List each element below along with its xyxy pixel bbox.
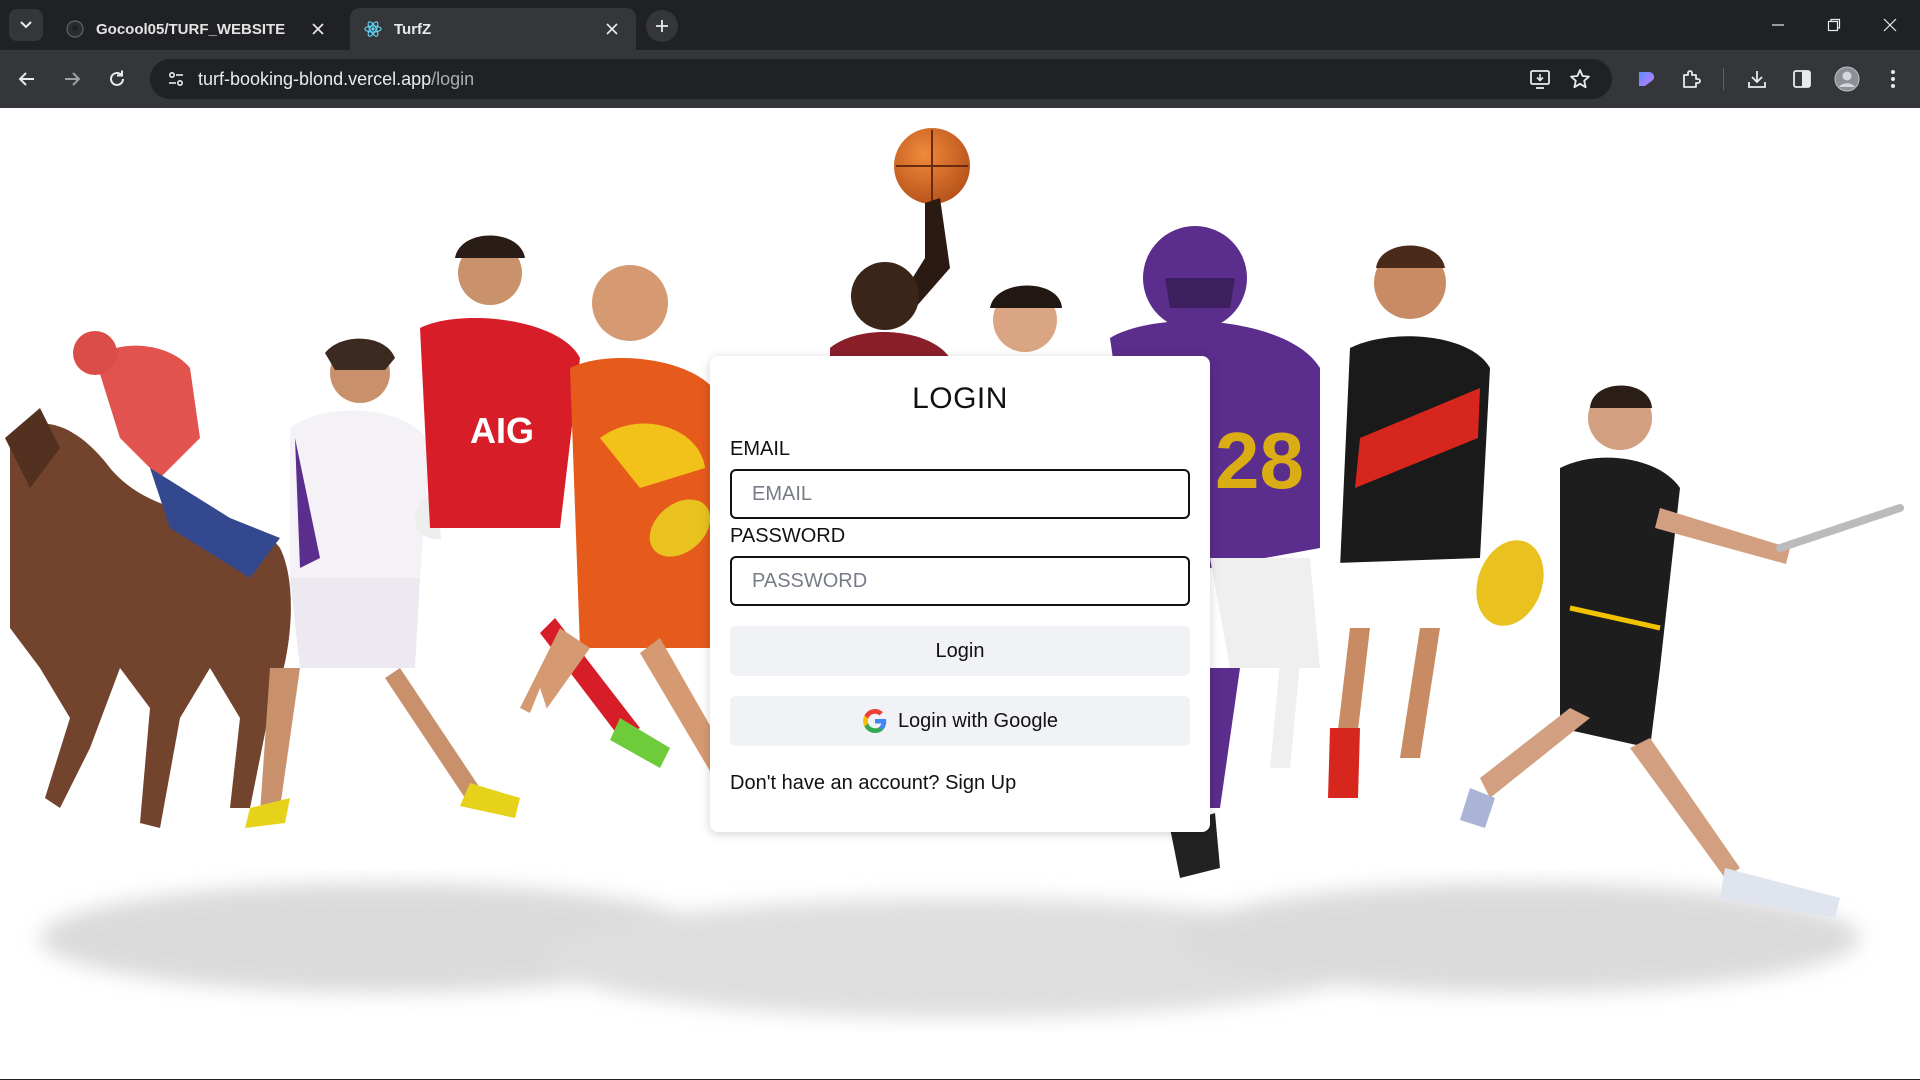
chevron-down-icon — [20, 21, 32, 29]
afl-player-bombers — [1328, 245, 1544, 798]
restore-button[interactable] — [1806, 0, 1862, 50]
restore-icon — [1827, 18, 1841, 32]
more-menu-icon[interactable] — [1880, 66, 1906, 92]
player-head-center — [990, 285, 1062, 352]
login-title: LOGIN — [912, 382, 1008, 415]
password-label: PASSWORD — [730, 525, 846, 547]
page-viewport: AIG 28 LOGIN EMAIL EMAIL PASSWORD Login … — [0, 108, 1920, 1079]
new-tab-button[interactable] — [646, 10, 678, 42]
extensions-puzzle-icon[interactable] — [1678, 66, 1704, 92]
signup-prompt-text: Don't have an account? — [730, 772, 940, 794]
github-icon — [66, 20, 84, 38]
email-label: EMAIL — [730, 438, 791, 460]
arrow-right-icon — [65, 72, 81, 86]
password-input[interactable] — [730, 556, 1190, 606]
toolbar-separator — [1723, 68, 1724, 90]
horse-jockey — [5, 331, 291, 828]
google-icon — [862, 708, 888, 734]
close-icon — [1883, 18, 1897, 32]
gemini-extension-icon[interactable] — [1633, 66, 1659, 92]
tab-title: TurfZ — [394, 20, 432, 38]
url-host: turf-booking-blond.vercel.app — [198, 68, 432, 89]
svg-text:28: 28 — [1215, 416, 1304, 505]
back-button[interactable] — [10, 62, 44, 96]
browser-toolbar: turf-booking-blond.vercel.app/login — [0, 50, 1920, 108]
downloads-icon[interactable] — [1744, 66, 1770, 92]
signup-prompt: Don't have an account? Sign Up — [730, 772, 1190, 795]
close-tab-icon[interactable] — [602, 19, 622, 39]
react-icon — [364, 20, 382, 38]
forward-button[interactable] — [55, 62, 89, 96]
profile-avatar-icon[interactable] — [1834, 66, 1860, 92]
google-login-button[interactable]: Login with Google — [730, 696, 1190, 746]
url-path: /login — [431, 68, 475, 89]
reload-icon — [110, 70, 124, 86]
address-bar[interactable]: turf-booking-blond.vercel.app/login — [150, 59, 1612, 99]
login-button-label: Login — [935, 639, 985, 662]
svg-text:AIG: AIG — [470, 410, 534, 451]
email-input[interactable] — [730, 469, 1190, 519]
reload-button[interactable] — [100, 62, 134, 96]
signup-link[interactable]: Sign Up — [945, 772, 1016, 794]
google-button-label: Login with Google — [897, 709, 1059, 732]
arrow-left-icon — [18, 72, 34, 86]
side-panel-icon[interactable] — [1789, 66, 1815, 92]
tab-github[interactable]: Gocool05/TURF_WEBSITE — [52, 8, 342, 50]
tab-strip: Gocool05/TURF_WEBSITE TurfZ — [0, 0, 1920, 50]
tennis-player — [1460, 385, 1904, 918]
close-window-button[interactable] — [1862, 0, 1918, 50]
tab-search-button[interactable] — [9, 9, 43, 41]
login-card: LOGIN EMAIL PASSWORD Login Login with Go… — [710, 356, 1210, 832]
tab-title: Gocool05/TURF_WEBSITE — [96, 20, 286, 38]
minimize-button[interactable] — [1750, 0, 1806, 50]
minimize-icon — [1772, 24, 1784, 26]
site-info-icon[interactable] — [164, 67, 188, 91]
login-button[interactable]: Login — [730, 626, 1190, 676]
close-tab-icon[interactable] — [308, 19, 328, 39]
tab-turfz[interactable]: TurfZ — [350, 8, 636, 50]
plus-icon — [656, 20, 668, 32]
bookmark-star-icon[interactable] — [1568, 67, 1592, 91]
install-app-icon[interactable] — [1528, 67, 1552, 91]
